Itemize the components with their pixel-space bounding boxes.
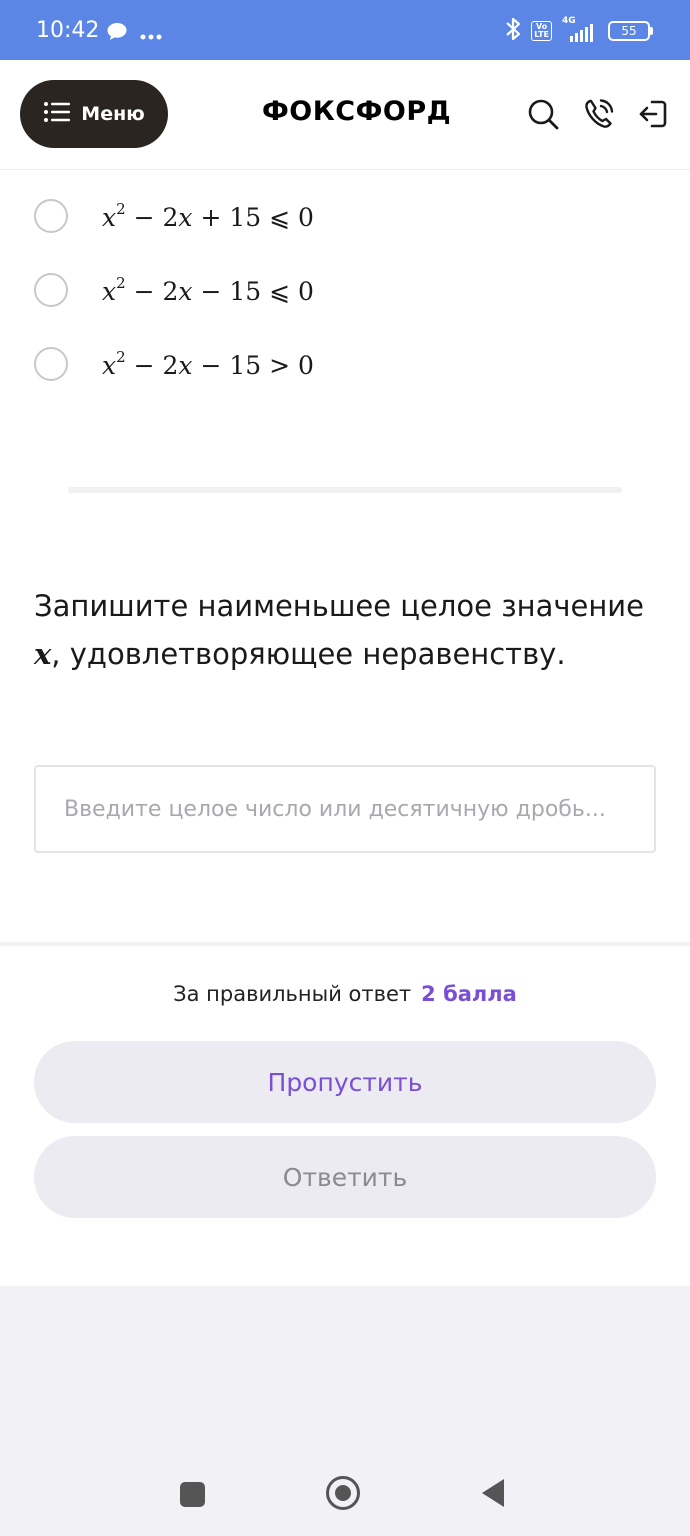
points-label: За правильный ответ xyxy=(173,982,412,1006)
search-icon[interactable] xyxy=(526,97,560,131)
bluetooth-icon xyxy=(503,16,523,46)
answer-input[interactable] xyxy=(34,765,656,853)
answer-footer: За правильный ответ 2 балла Пропустить От… xyxy=(0,946,690,1286)
volte-icon: Vo LTE xyxy=(531,21,552,41)
option-formula: x2 − 2x − 15 ⩽ 0 xyxy=(102,274,314,306)
option-formula: x2 − 2x − 15 > 0 xyxy=(102,348,314,380)
hamburger-icon xyxy=(43,101,71,128)
back-button[interactable] xyxy=(482,1479,504,1507)
radio-button[interactable] xyxy=(34,273,68,307)
phone-icon[interactable] xyxy=(582,97,616,131)
battery-icon: 55 xyxy=(608,21,653,41)
answer-option[interactable]: x2 − 2x + 15 ⩽ 0 xyxy=(34,199,314,233)
more-notifications-icon xyxy=(140,25,162,44)
status-bar: 10:42 Vo LTE 4G 55 xyxy=(0,0,690,60)
status-time: 10:42 xyxy=(36,18,100,43)
logo[interactable]: ФОКСФОРД xyxy=(262,96,451,127)
logout-icon[interactable] xyxy=(636,97,670,131)
question-text: Запишите наименьшее целое значение x, уд… xyxy=(34,589,644,671)
task-content: x2 − 2x + 15 ⩽ 0 x2 − 2x − 15 ⩽ 0 x2 − 2… xyxy=(0,170,690,942)
skip-button[interactable]: Пропустить xyxy=(34,1041,656,1123)
option-formula: x2 − 2x + 15 ⩽ 0 xyxy=(102,200,314,232)
chat-notification-icon xyxy=(106,22,128,46)
radio-button[interactable] xyxy=(34,347,68,381)
app-header: Меню ФОКСФОРД xyxy=(0,60,690,170)
menu-label: Меню xyxy=(81,103,145,125)
menu-button[interactable]: Меню xyxy=(20,80,168,148)
answer-option[interactable]: x2 − 2x − 15 ⩽ 0 xyxy=(34,273,314,307)
points-value: 2 балла xyxy=(421,982,517,1006)
points-info: За правильный ответ 2 балла xyxy=(0,982,690,1006)
system-nav-bar xyxy=(0,1286,690,1536)
section-divider xyxy=(68,487,622,493)
answer-button[interactable]: Ответить xyxy=(34,1136,656,1218)
recents-button[interactable] xyxy=(180,1482,205,1507)
home-button[interactable] xyxy=(326,1476,360,1510)
signal-icon: 4G xyxy=(560,16,600,44)
answer-option[interactable]: x2 − 2x − 15 > 0 xyxy=(34,347,314,381)
radio-button[interactable] xyxy=(34,199,68,233)
